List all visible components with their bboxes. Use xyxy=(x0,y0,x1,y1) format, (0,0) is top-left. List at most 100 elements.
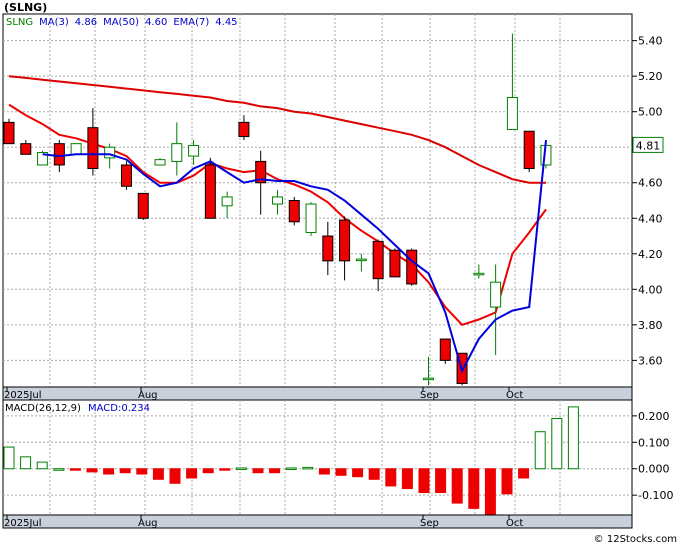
candle xyxy=(204,157,216,219)
candle-body xyxy=(423,377,434,381)
candle-body xyxy=(120,164,132,187)
legend-item: MA(50) xyxy=(103,17,139,28)
y-tick-label: 5.00 xyxy=(638,106,663,119)
y-tick-label: 4.20 xyxy=(638,248,663,261)
x-tick-label: 2025Jul xyxy=(4,518,42,529)
candle-body xyxy=(188,144,200,157)
candle-body xyxy=(372,240,384,280)
y-tick-label: 4.00 xyxy=(638,283,663,296)
candle-body xyxy=(490,281,502,308)
y-tick-label: 0.100 xyxy=(638,436,670,449)
macd-bar xyxy=(235,467,247,470)
macd-bar xyxy=(368,468,380,480)
candle-body xyxy=(339,219,351,262)
y-tick-label: 4.40 xyxy=(638,212,663,225)
macd-x-axis-bar xyxy=(2,514,633,529)
candle xyxy=(288,196,300,226)
macd-bar xyxy=(501,468,513,495)
candle xyxy=(305,202,317,237)
price-panel xyxy=(2,13,633,388)
macd-bar xyxy=(136,468,148,475)
macd-bar xyxy=(36,461,48,470)
macd-bar xyxy=(186,468,198,479)
y-tick-label: 4.60 xyxy=(638,177,663,190)
candle-body xyxy=(506,96,518,130)
macd-bar xyxy=(534,431,546,470)
y-tick-label: 5.40 xyxy=(638,35,663,48)
macd-bar xyxy=(86,468,98,473)
candle-body xyxy=(238,121,250,138)
macd-bar xyxy=(484,468,496,516)
candle xyxy=(389,248,401,278)
macd-bar xyxy=(468,468,480,509)
macd-bar xyxy=(53,468,65,471)
candle xyxy=(3,118,15,145)
macd-bar xyxy=(335,468,347,476)
last-price-tag: 4.81 xyxy=(632,136,664,153)
x-tick-label: Sep xyxy=(420,518,439,529)
macd-value: MACD:0.234 xyxy=(88,403,150,414)
candle xyxy=(70,143,82,155)
candle xyxy=(406,248,418,286)
candle-body xyxy=(271,196,283,205)
candle-body xyxy=(70,143,82,155)
y-tick-label: -0.100 xyxy=(638,489,673,502)
candle-body xyxy=(288,200,300,223)
candle-body xyxy=(322,235,334,262)
candle-body xyxy=(204,164,216,219)
candle xyxy=(137,192,149,221)
last-price-label: 4.81 xyxy=(636,139,661,152)
macd-bar xyxy=(69,468,81,471)
candle-body xyxy=(389,249,401,278)
y-tick-label: 3.60 xyxy=(638,354,663,367)
y-tick-label: 0.200 xyxy=(638,410,670,423)
price-y-axis: 5.405.205.004.804.604.404.204.003.803.60 xyxy=(632,35,663,367)
legend-item: 4.86 xyxy=(75,17,97,28)
candle-body xyxy=(305,203,317,233)
macd-bar xyxy=(318,468,330,475)
candle-body xyxy=(439,338,451,361)
candle xyxy=(37,150,49,166)
macd-bar xyxy=(152,468,164,480)
ticker-title: (SLNG) xyxy=(4,1,47,14)
legend-item: MA(3) xyxy=(39,17,69,28)
legend-item: 4.60 xyxy=(145,17,167,28)
macd-bar xyxy=(202,468,214,474)
price-x-axis-bar xyxy=(2,386,633,401)
y-tick-label: 3.80 xyxy=(638,319,663,332)
macd-bar xyxy=(119,468,131,474)
candle-body xyxy=(406,249,418,285)
macd-bar xyxy=(418,468,430,494)
macd-bar xyxy=(352,468,364,478)
macd-bar xyxy=(285,467,297,470)
macd-bar xyxy=(435,468,447,494)
candle-body xyxy=(137,192,149,219)
macd-bar xyxy=(302,466,314,470)
x-tick-label: Aug xyxy=(138,390,158,401)
legend-item: 4.45 xyxy=(215,17,237,28)
y-tick-label: 5.20 xyxy=(638,70,663,83)
x-tick-label: Oct xyxy=(506,390,523,401)
candle-body xyxy=(355,258,367,262)
legend-item: EMA(7) xyxy=(173,17,209,28)
candle xyxy=(120,161,132,190)
candle xyxy=(523,130,535,173)
y-tick-label: 0.000 xyxy=(638,463,670,476)
macd-bar xyxy=(219,468,231,471)
macd-bar xyxy=(518,468,530,479)
stock-chart-widget: 5.405.205.004.804.604.404.204.003.803.60… xyxy=(0,0,680,546)
legend-item: SLNG xyxy=(6,17,33,28)
candle-body xyxy=(3,121,15,145)
macd-bar xyxy=(451,468,463,504)
macd-bar xyxy=(551,418,563,470)
candle-body xyxy=(473,272,485,276)
macd-bar xyxy=(252,468,264,474)
macd-bar xyxy=(20,456,32,470)
macd-bar xyxy=(3,446,15,470)
candle-body xyxy=(87,127,99,170)
candle xyxy=(439,338,451,364)
stock-chart-svg: 5.405.205.004.804.604.404.204.003.803.60… xyxy=(2,1,677,545)
candle-body xyxy=(53,143,65,166)
candle-body xyxy=(523,130,535,170)
macd-bar xyxy=(385,468,397,487)
